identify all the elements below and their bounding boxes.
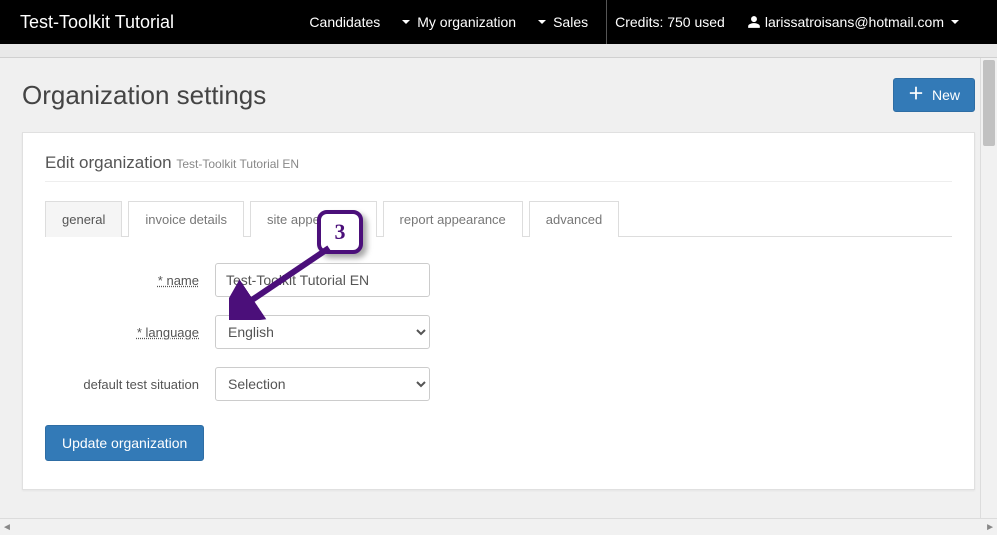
organization-panel: Edit organization Test-Toolkit Tutorial … bbox=[22, 132, 975, 490]
top-navbar: Test-Toolkit Tutorial Candidates My orga… bbox=[0, 0, 997, 44]
page-content: Organization settings ＋ New Edit organiz… bbox=[0, 58, 997, 518]
select-default-test[interactable]: Selection bbox=[215, 367, 430, 401]
tab-general[interactable]: general bbox=[45, 201, 122, 237]
page-title: Organization settings bbox=[22, 80, 266, 111]
nav-my-organization[interactable]: My organization bbox=[402, 14, 516, 30]
nav-sales[interactable]: Sales bbox=[538, 14, 588, 30]
nav-divider bbox=[606, 0, 607, 44]
panel-heading-text: Edit organization bbox=[45, 153, 172, 172]
select-language[interactable]: English bbox=[215, 315, 430, 349]
update-organization-label: Update organization bbox=[62, 435, 187, 451]
nav-sales-label: Sales bbox=[553, 14, 588, 30]
scrollbar-thumb[interactable] bbox=[983, 60, 995, 146]
vertical-scrollbar[interactable] bbox=[980, 58, 997, 518]
panel-heading: Edit organization Test-Toolkit Tutorial … bbox=[45, 153, 952, 173]
new-button-label: New bbox=[932, 87, 960, 103]
label-language-text: * language bbox=[137, 325, 199, 340]
update-organization-button[interactable]: Update organization bbox=[45, 425, 204, 461]
nav-candidates-label: Candidates bbox=[309, 14, 380, 30]
panel-divider bbox=[45, 181, 952, 182]
nav-credits-label: Credits: 750 used bbox=[615, 14, 725, 30]
label-name: * name bbox=[45, 273, 215, 288]
label-default-test-text: default test situation bbox=[83, 377, 199, 392]
plus-icon: ＋ bbox=[908, 88, 924, 102]
tab-report-appearance[interactable]: report appearance bbox=[383, 201, 523, 237]
scroll-left-icon[interactable]: ◄ bbox=[2, 522, 12, 533]
navbar-sub-strip bbox=[0, 44, 997, 58]
chevron-down-icon bbox=[538, 20, 546, 24]
chevron-down-icon bbox=[402, 20, 410, 24]
form-row-language: * language English bbox=[45, 315, 952, 349]
nav-user-email: larissatroisans@hotmail.com bbox=[765, 14, 944, 30]
tab-site-appearance[interactable]: site appearance bbox=[250, 201, 377, 237]
tab-advanced[interactable]: advanced bbox=[529, 201, 619, 237]
label-language: * language bbox=[45, 325, 215, 340]
main-viewport: Organization settings ＋ New Edit organiz… bbox=[0, 58, 997, 518]
panel-subheading: Test-Toolkit Tutorial EN bbox=[176, 157, 299, 171]
input-name[interactable] bbox=[215, 263, 430, 297]
user-icon bbox=[747, 14, 761, 30]
new-button[interactable]: ＋ New bbox=[893, 78, 975, 112]
nav-primary-group: Candidates My organization Sales bbox=[309, 14, 606, 30]
nav-candidates[interactable]: Candidates bbox=[309, 14, 380, 30]
label-name-text: * name bbox=[158, 273, 199, 288]
nav-user-menu[interactable]: larissatroisans@hotmail.com bbox=[747, 14, 959, 30]
nav-secondary-group: Credits: 750 used larissatroisans@hotmai… bbox=[615, 14, 977, 30]
form-row-default-test: default test situation Selection bbox=[45, 367, 952, 401]
label-default-test: default test situation bbox=[45, 377, 215, 392]
form-row-name: * name bbox=[45, 263, 952, 297]
scroll-right-icon[interactable]: ► bbox=[985, 522, 995, 533]
nav-credits[interactable]: Credits: 750 used bbox=[615, 14, 725, 30]
brand-title[interactable]: Test-Toolkit Tutorial bbox=[20, 12, 174, 33]
chevron-down-icon bbox=[951, 20, 959, 24]
page-header: Organization settings ＋ New bbox=[22, 78, 975, 112]
tab-invoice-details[interactable]: invoice details bbox=[128, 201, 244, 237]
nav-my-organization-label: My organization bbox=[417, 14, 516, 30]
tabs: general invoice details site appearance … bbox=[45, 200, 952, 237]
horizontal-scrollbar[interactable]: ◄ ► bbox=[0, 518, 997, 535]
